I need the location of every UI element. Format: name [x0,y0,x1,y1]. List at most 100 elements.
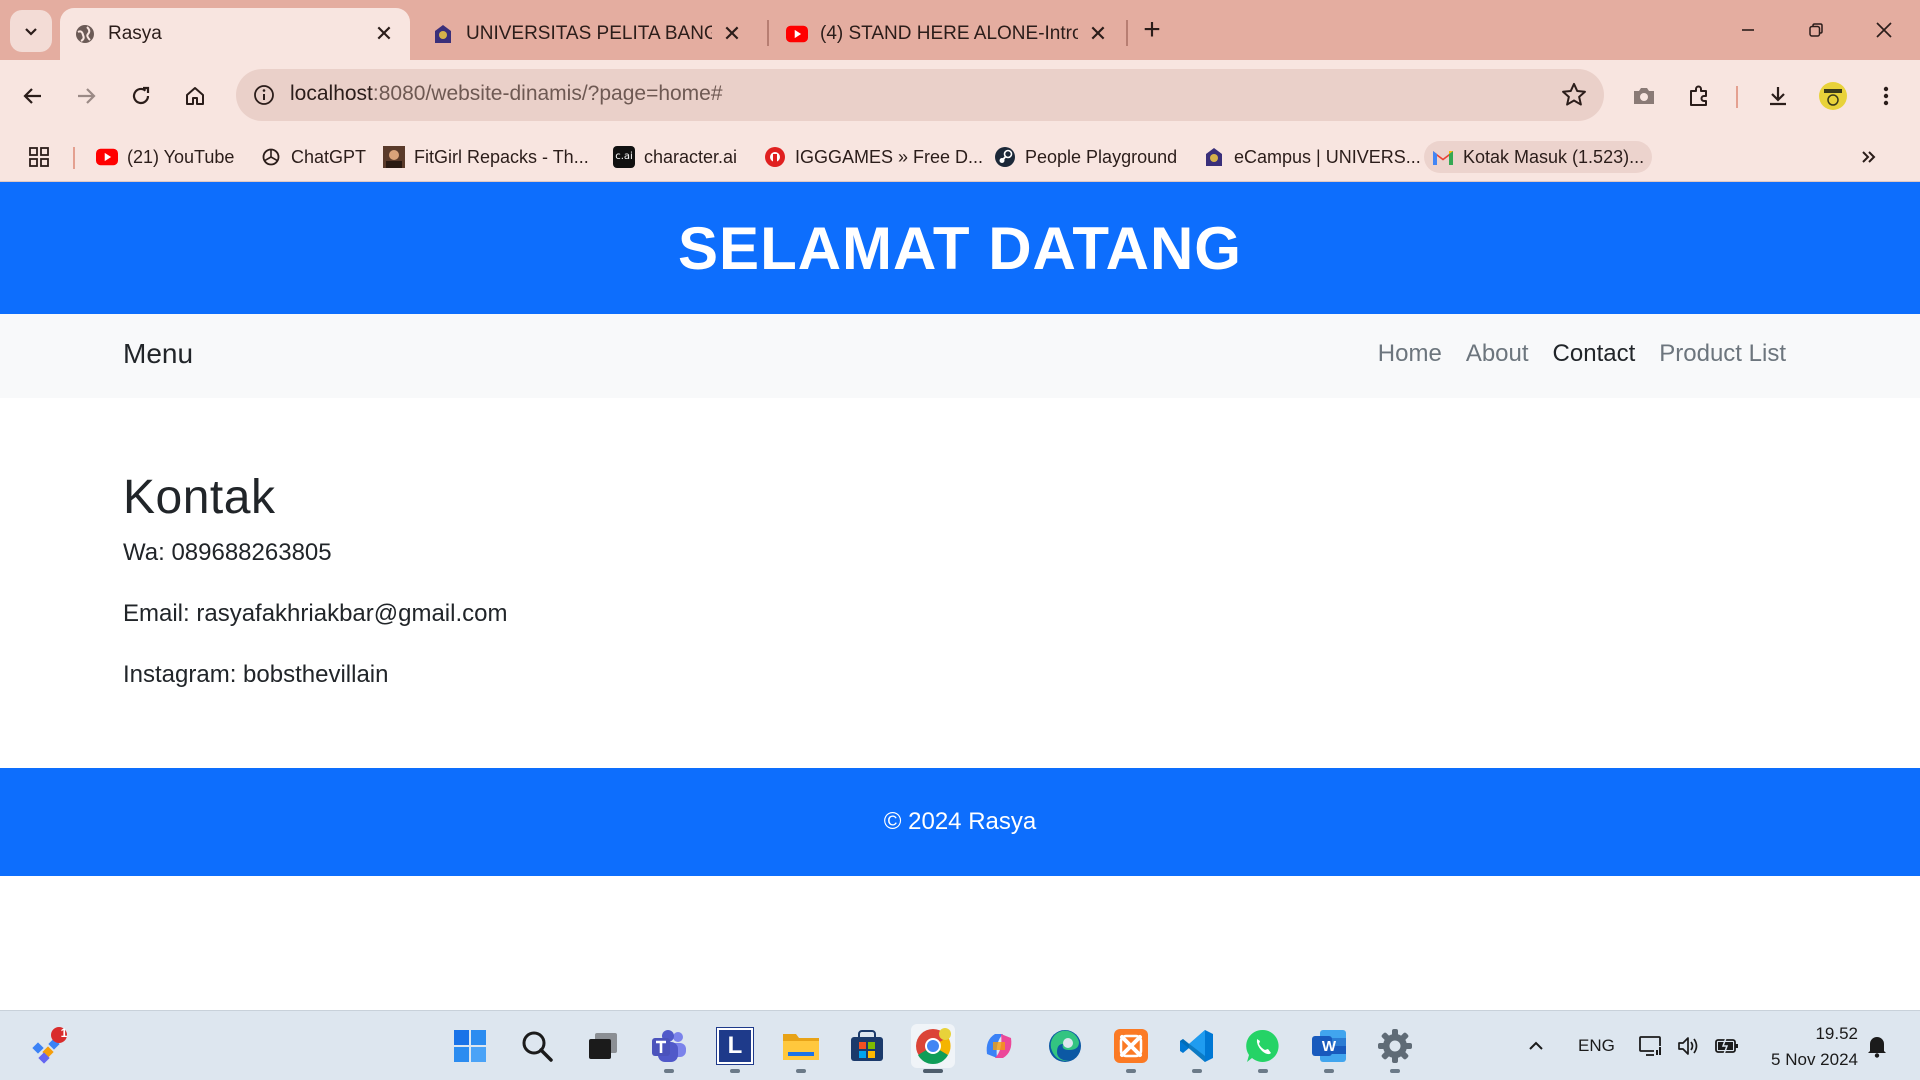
tray-overflow-button[interactable] [1526,1011,1546,1080]
bookmark-label: (21) YouTube [127,146,235,167]
bookmark-label: People Playground [1025,146,1178,167]
bookmark-separator [73,147,75,169]
taskbar-copilot[interactable] [977,1024,1021,1068]
bookmark-label: eCampus | UNIVERS... [1234,146,1421,167]
notification-badge: 1 [60,1026,68,1040]
minimize-button[interactable] [1728,12,1768,48]
taskbar-xampp[interactable] [1109,1024,1153,1073]
tab-separator [1126,20,1128,46]
bookmark-gmail[interactable]: Kotak Masuk (1.523)... [1424,141,1653,173]
taskbar-file-explorer[interactable] [779,1024,823,1073]
igggames-icon [764,146,786,168]
profile-button[interactable] [1811,74,1855,118]
close-tab-icon[interactable]: ✕ [372,21,396,47]
home-button[interactable] [173,74,217,118]
screenshot-button[interactable] [1622,74,1666,118]
network-icon[interactable] [1638,1011,1664,1080]
running-indicator [730,1069,740,1073]
characterai-icon: c.ai [613,146,635,168]
camera-icon [1634,88,1654,104]
downloads-button[interactable] [1756,74,1800,118]
task-view-button[interactable] [581,1024,625,1068]
page-title: SELAMAT DATANG [678,214,1242,282]
chatgpt-icon [260,146,282,168]
navbar-links: Home About Contact Product List [1378,340,1786,368]
bookmark-fitgirl[interactable]: FitGirl Repacks - Th... [375,141,597,173]
bookmark-ecampus[interactable]: eCampus | UNIVERS... [1195,141,1429,173]
bookmark-youtube[interactable]: (21) YouTube [88,141,242,173]
teams-icon [652,1030,686,1062]
clock-time: 19.52 [1815,1024,1858,1043]
taskbar-edge[interactable] [1043,1024,1087,1068]
weather-widget[interactable]: 1 [26,1024,70,1068]
bookmark-characterai[interactable]: c.ai character.ai [605,141,745,173]
taskbar-store[interactable] [845,1024,889,1068]
contact-email: Email: rasyafakhriakbar@gmail.com [123,600,508,627]
taskbar-chrome[interactable] [911,1024,955,1073]
browser-menu-button[interactable] [1864,74,1908,118]
running-indicator [1324,1069,1334,1073]
nav-link-home[interactable]: Home [1378,340,1442,368]
xampp-icon [1114,1029,1148,1063]
taskbar-vscode[interactable] [1175,1024,1219,1073]
chevron-double-right-icon [1862,151,1876,163]
address-bar[interactable]: localhost:8080/website-dinamis/?page=hom… [236,69,1604,121]
whatsapp-icon [1246,1029,1279,1062]
restore-button[interactable] [1796,12,1836,48]
bookmark-label: FitGirl Repacks - Th... [414,146,589,167]
running-indicator [664,1069,674,1073]
battery-icon[interactable] [1714,1011,1740,1080]
nav-link-contact[interactable]: Contact [1553,340,1636,368]
start-button[interactable] [448,1024,492,1068]
site-info-icon[interactable] [248,79,280,111]
taskbar-teams[interactable] [647,1024,691,1073]
tab-rasya[interactable]: Rasya ✕ [60,8,410,60]
taskbar-l-app[interactable]: L [713,1024,757,1073]
start-icon [454,1030,486,1062]
bookmark-label: IGGGAMES » Free D... [795,146,984,167]
new-tab-button[interactable]: + [1136,14,1168,46]
bookmark-star-icon[interactable] [1560,81,1588,109]
nav-link-product-list[interactable]: Product List [1659,340,1786,368]
tab-search-button[interactable] [10,10,52,52]
apps-button[interactable] [20,141,58,173]
nav-link-about[interactable]: About [1466,340,1529,368]
forward-button[interactable] [64,74,108,118]
taskbar-word[interactable]: W [1307,1024,1351,1073]
bookmark-chatgpt[interactable]: ChatGPT [252,141,374,173]
arrow-right-icon [78,88,96,104]
close-tab-icon[interactable]: ✕ [720,21,744,47]
bookmark-people-playground[interactable]: People Playground [986,141,1185,173]
avatar [1819,82,1847,110]
taskbar-settings[interactable] [1373,1024,1417,1073]
youtube-icon [786,23,808,45]
more-bookmarks-button[interactable] [1852,141,1886,173]
close-tab-icon[interactable]: ✕ [1086,21,1110,47]
vscode-icon [1180,1030,1213,1062]
volume-icon[interactable] [1676,1011,1702,1080]
tab-universitas[interactable]: UNIVERSITAS PELITA BANGSA ✕ [418,8,758,60]
close-icon [1876,22,1892,38]
toolbar-separator [1736,86,1738,108]
system-clock[interactable]: 19.52 5 Nov 2024 [1771,1021,1858,1073]
extensions-button[interactable] [1677,74,1721,118]
bookmark-label: character.ai [644,146,738,167]
chrome-icon [916,1028,951,1064]
reload-button[interactable] [119,74,163,118]
url-path: :8080/website-dinamis/?page=home# [372,82,723,105]
search-icon [522,1031,553,1062]
browser-toolbar: localhost:8080/website-dinamis/?page=hom… [0,60,1920,132]
task-view-icon [589,1033,617,1059]
navbar-brand[interactable]: Menu [123,338,193,370]
language-indicator[interactable]: ENG [1578,1011,1615,1080]
taskbar-search[interactable] [515,1024,559,1068]
tab-youtube[interactable]: (4) STAND HERE ALONE-Introve ✕ [772,8,1124,60]
contact-instagram: Instagram: bobsthevillain [123,661,389,688]
notification-bell-icon[interactable] [1866,1011,1888,1080]
fitgirl-icon [383,146,405,168]
url-text[interactable]: localhost:8080/website-dinamis/?page=hom… [290,82,723,106]
back-button[interactable] [11,74,55,118]
close-window-button[interactable] [1864,12,1904,48]
bookmark-igggames[interactable]: IGGGAMES » Free D... [756,141,991,173]
taskbar-whatsapp[interactable] [1241,1024,1285,1073]
